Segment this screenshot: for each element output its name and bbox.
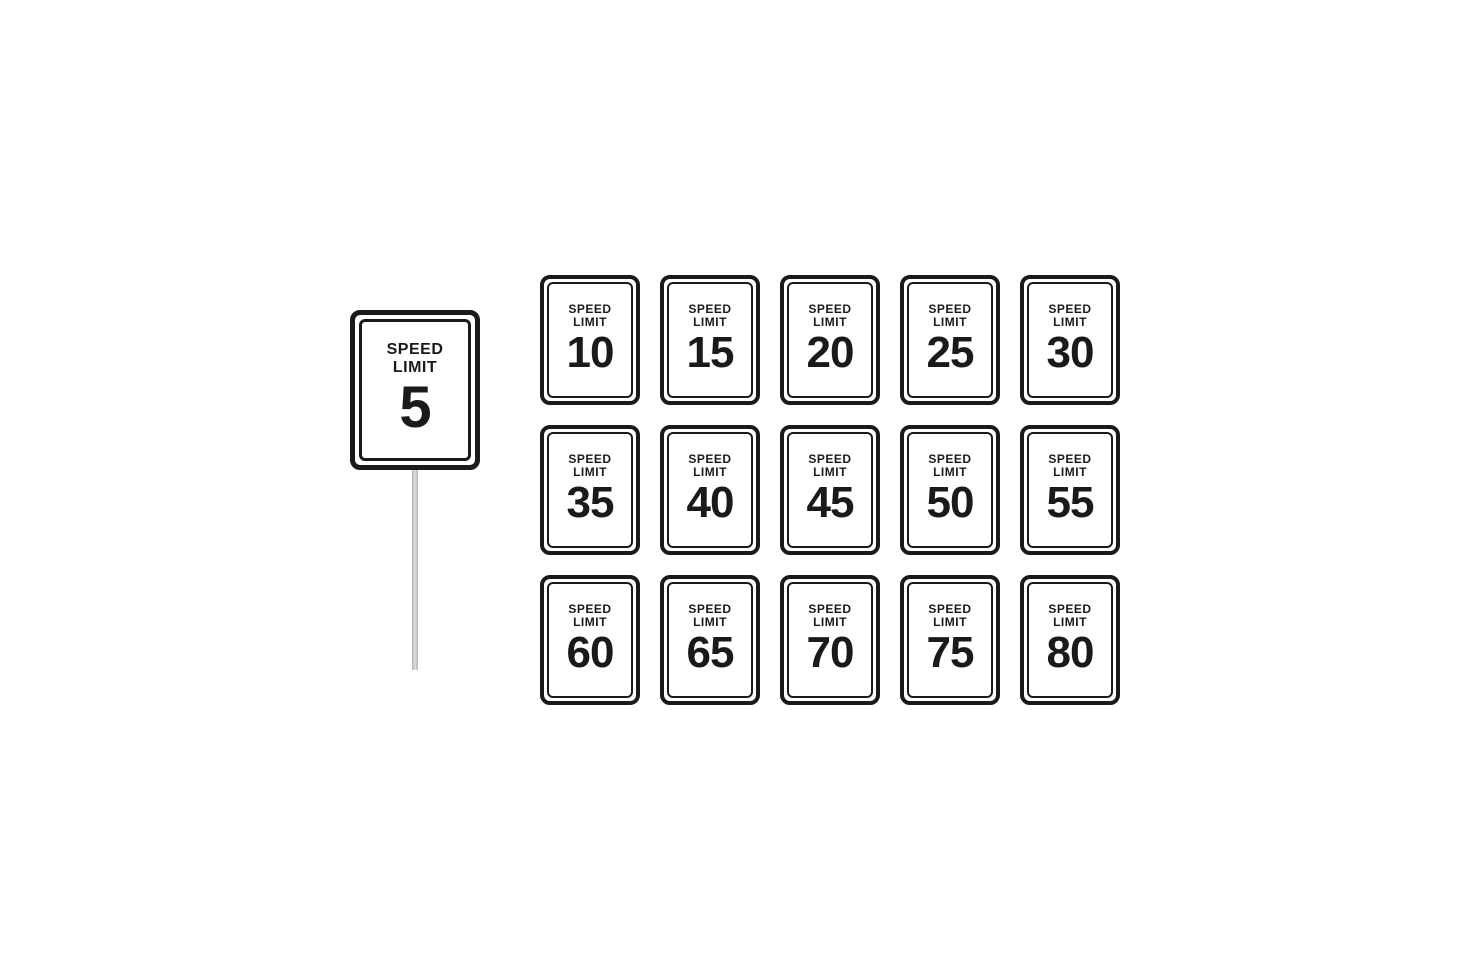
sign-wrapper-70: SPEEDLIMIT70 [780,575,880,705]
speed-sign-30: SPEEDLIMIT30 [1020,275,1120,405]
sign-number-40: 40 [687,481,734,525]
sign-wrapper-65: SPEEDLIMIT65 [660,575,760,705]
sign-number-75: 75 [927,631,974,675]
speed-sign-60: SPEEDLIMIT60 [540,575,640,705]
sign-label-40: SPEEDLIMIT [688,453,731,479]
sign-wrapper-20: SPEEDLIMIT20 [780,275,880,405]
sign-label-55: SPEEDLIMIT [1048,453,1091,479]
speed-sign-45: SPEEDLIMIT45 [780,425,880,555]
sign-number-45: 45 [807,481,854,525]
sign-number-10: 10 [567,331,614,375]
sign-wrapper-40: SPEEDLIMIT40 [660,425,760,555]
speed-sign-50: SPEEDLIMIT50 [900,425,1000,555]
featured-sign-on-post: SPEEDLIMIT 5 [350,310,480,670]
sign-wrapper-55: SPEEDLIMIT55 [1020,425,1120,555]
sign-post [412,470,418,670]
sign-number-50: 50 [927,481,974,525]
sign-label-65: SPEEDLIMIT [688,603,731,629]
speed-sign-25: SPEEDLIMIT25 [900,275,1000,405]
sign-wrapper-30: SPEEDLIMIT30 [1020,275,1120,405]
speed-sign-55: SPEEDLIMIT55 [1020,425,1120,555]
sign-number-80: 80 [1047,631,1094,675]
sign-label-30: SPEEDLIMIT [1048,303,1091,329]
sign-label-60: SPEEDLIMIT [568,603,611,629]
sign-label-25: SPEEDLIMIT [928,303,971,329]
featured-sign-number: 5 [399,379,430,437]
sign-label-50: SPEEDLIMIT [928,453,971,479]
speed-sign-35: SPEEDLIMIT35 [540,425,640,555]
sign-number-55: 55 [1047,481,1094,525]
sign-wrapper-80: SPEEDLIMIT80 [1020,575,1120,705]
sign-wrapper-60: SPEEDLIMIT60 [540,575,640,705]
sign-wrapper-25: SPEEDLIMIT25 [900,275,1000,405]
sign-label-80: SPEEDLIMIT [1048,603,1091,629]
speed-sign-75: SPEEDLIMIT75 [900,575,1000,705]
sign-number-35: 35 [567,481,614,525]
sign-number-70: 70 [807,631,854,675]
sign-wrapper-50: SPEEDLIMIT50 [900,425,1000,555]
sign-label-75: SPEEDLIMIT [928,603,971,629]
sign-number-15: 15 [687,331,734,375]
speed-sign-80: SPEEDLIMIT80 [1020,575,1120,705]
sign-label-15: SPEEDLIMIT [688,303,731,329]
sign-number-30: 30 [1047,331,1094,375]
sign-number-60: 60 [567,631,614,675]
sign-wrapper-10: SPEEDLIMIT10 [540,275,640,405]
sign-label-70: SPEEDLIMIT [808,603,851,629]
speed-sign-70: SPEEDLIMIT70 [780,575,880,705]
sign-number-20: 20 [807,331,854,375]
signs-grid: SPEEDLIMIT10SPEEDLIMIT15SPEEDLIMIT20SPEE… [540,275,1120,705]
sign-number-25: 25 [927,331,974,375]
sign-label-10: SPEEDLIMIT [568,303,611,329]
main-container: SPEEDLIMIT 5 SPEEDLIMIT10SPEEDLIMIT15SPE… [310,235,1160,745]
speed-sign-20: SPEEDLIMIT20 [780,275,880,405]
speed-sign-15: SPEEDLIMIT15 [660,275,760,405]
speed-sign-10: SPEEDLIMIT10 [540,275,640,405]
sign-label-45: SPEEDLIMIT [808,453,851,479]
speed-sign-40: SPEEDLIMIT40 [660,425,760,555]
featured-sign-label: SPEEDLIMIT [387,341,444,376]
sign-wrapper-75: SPEEDLIMIT75 [900,575,1000,705]
sign-label-35: SPEEDLIMIT [568,453,611,479]
sign-label-20: SPEEDLIMIT [808,303,851,329]
sign-number-65: 65 [687,631,734,675]
featured-speed-sign: SPEEDLIMIT 5 [350,310,480,470]
sign-wrapper-35: SPEEDLIMIT35 [540,425,640,555]
speed-sign-65: SPEEDLIMIT65 [660,575,760,705]
sign-wrapper-15: SPEEDLIMIT15 [660,275,760,405]
sign-wrapper-45: SPEEDLIMIT45 [780,425,880,555]
